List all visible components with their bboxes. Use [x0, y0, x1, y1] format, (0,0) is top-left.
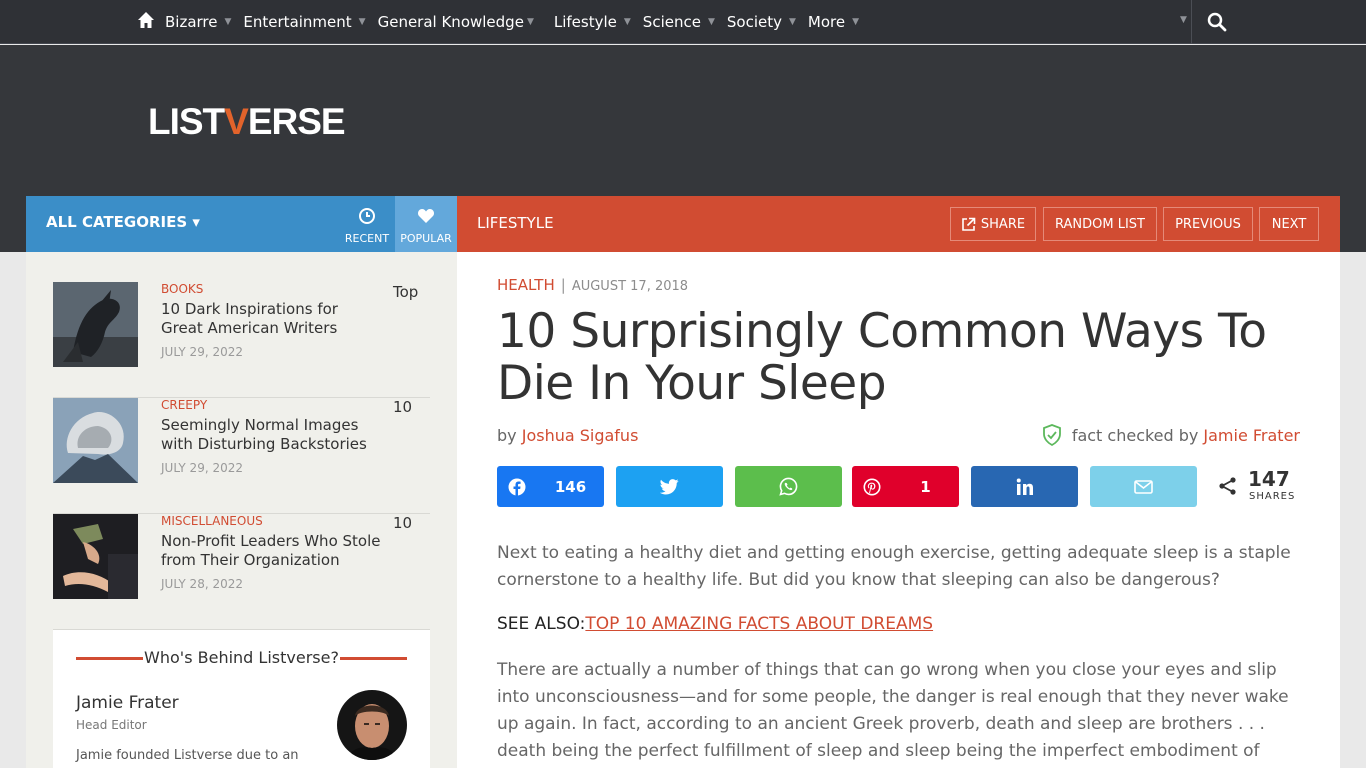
- top-navigation: Bizarre ▼ Entertainment ▼ General Knowledg…: [0, 0, 1366, 44]
- editor-name[interactable]: Jamie Frater: [76, 693, 179, 713]
- list-item[interactable]: BOOKS 10 Dark Inspirations for Great Ame…: [53, 282, 430, 398]
- rank-label: Top: [393, 283, 419, 301]
- editor-bio: Jamie founded Listverse due to an: [76, 748, 299, 763]
- heart-icon: [418, 209, 434, 223]
- chevron-down-icon: ▼: [358, 17, 366, 27]
- list-item[interactable]: CREEPY Seemingly Normal Images with Dist…: [53, 398, 430, 514]
- fact-checker-link[interactable]: Jamie Frater: [1203, 426, 1300, 445]
- facebook-share-button[interactable]: 146: [497, 466, 604, 507]
- chevron-down-icon: ▼: [707, 17, 715, 27]
- nav-item-society[interactable]: Society ▼: [727, 13, 796, 31]
- all-categories-dropdown[interactable]: ALL CATEGORIES ▾: [46, 213, 200, 231]
- avatar: [337, 690, 407, 760]
- see-also: SEE ALSO:TOP 10 AMAZING FACTS ABOUT DREA…: [497, 614, 934, 634]
- nav-divider: [1191, 0, 1192, 44]
- chevron-down-icon: ▼: [224, 17, 232, 27]
- article-category[interactable]: HEALTH: [497, 276, 555, 294]
- nav-item-entertainment[interactable]: Entertainment ▼: [243, 13, 365, 31]
- rank-label: 10: [393, 514, 413, 532]
- random-list-button[interactable]: RANDOM LIST: [1043, 207, 1157, 241]
- article-paragraph: Next to eating a healthy diet and gettin…: [497, 543, 1291, 590]
- category-bar: ALL CATEGORIES ▾ RECENT POPULAR: [26, 196, 457, 252]
- article-date: AUGUST 17, 2018: [571, 279, 689, 294]
- email-share-button[interactable]: [1090, 466, 1197, 507]
- nav-item-lifestyle[interactable]: Lifestyle ▼: [554, 13, 631, 31]
- tab-recent[interactable]: RECENT: [339, 196, 395, 252]
- search-icon[interactable]: [1207, 12, 1227, 32]
- previous-button[interactable]: PREVIOUS: [1163, 207, 1253, 241]
- rank-label: 10: [393, 398, 413, 416]
- home-icon[interactable]: [137, 11, 155, 29]
- section-title[interactable]: LIFESTYLE: [477, 214, 554, 232]
- thumbnail-image: [53, 514, 138, 599]
- author-link[interactable]: Joshua Sigafus: [522, 426, 639, 445]
- whatsapp-icon: [779, 477, 798, 496]
- main-menu: Bizarre ▼ Entertainment ▼ General Knowledg…: [165, 0, 871, 44]
- nav-item-science[interactable]: Science ▼: [643, 13, 715, 31]
- external-share-icon: [962, 217, 976, 231]
- twitter-share-button[interactable]: [616, 466, 723, 507]
- facebook-icon: [497, 478, 537, 496]
- chevron-down-icon[interactable]: ▼: [1180, 15, 1187, 25]
- editor-box: Who's Behind Listverse? Jamie Frater Hea…: [53, 630, 430, 768]
- email-icon: [1134, 479, 1153, 494]
- list-item[interactable]: MISCELLANEOUS Non-Profit Leaders Who Sto…: [53, 514, 430, 630]
- pinterest-share-button[interactable]: 1: [852, 466, 959, 507]
- thumbnail-image: [53, 398, 138, 483]
- article: HEALTH | AUGUST 17, 2018 10 Surprisingly C…: [457, 252, 1340, 768]
- linkedin-icon: [1016, 478, 1033, 495]
- editor-role: Head Editor: [76, 718, 147, 732]
- article-meta: HEALTH | AUGUST 17, 2018: [497, 276, 689, 294]
- site-logo[interactable]: LISTVERSE: [148, 103, 346, 140]
- clock-icon: [359, 208, 375, 224]
- byline: by Joshua Sigafus: [497, 426, 639, 445]
- chevron-down-icon: ▼: [526, 17, 534, 27]
- nav-item-more[interactable]: More ▼: [808, 13, 859, 31]
- nav-item-bizarre[interactable]: Bizarre ▼: [165, 13, 231, 31]
- linkedin-share-button[interactable]: [971, 466, 1078, 507]
- page-title: 10 Surprisingly Common Ways To Die In Yo…: [497, 304, 1267, 411]
- nav-item-general-knowledge[interactable]: General Knowledge ▼: [378, 13, 534, 31]
- editor-box-title: Who's Behind Listverse?: [144, 648, 339, 667]
- article-paragraph: There are actually a number of things th…: [497, 660, 1289, 761]
- see-also-link[interactable]: TOP 10 AMAZING FACTS ABOUT DREAMS: [585, 614, 933, 634]
- thumbnail-image: [53, 282, 138, 367]
- share-icon: [1219, 477, 1236, 495]
- tab-popular[interactable]: POPULAR: [395, 196, 457, 252]
- sidebar: BOOKS 10 Dark Inspirations for Great Ame…: [26, 252, 457, 768]
- twitter-icon: [660, 478, 679, 494]
- share-button[interactable]: SHARE: [950, 207, 1036, 241]
- share-total: 147 SHARES: [1214, 466, 1304, 508]
- whatsapp-share-button[interactable]: [735, 466, 842, 507]
- share-count: 147: [1248, 467, 1290, 491]
- chevron-down-icon: ▼: [852, 17, 860, 27]
- next-button[interactable]: NEXT: [1259, 207, 1319, 241]
- fact-check: fact checked by Jamie Frater: [1042, 424, 1300, 446]
- shield-check-icon: [1042, 424, 1061, 446]
- chevron-down-icon: ▼: [623, 17, 631, 27]
- chevron-down-icon: ▼: [788, 17, 796, 27]
- section-bar: LIFESTYLE SHARE RANDOM LIST PREVIOUS NEX…: [457, 196, 1340, 252]
- pinterest-icon: [852, 478, 892, 496]
